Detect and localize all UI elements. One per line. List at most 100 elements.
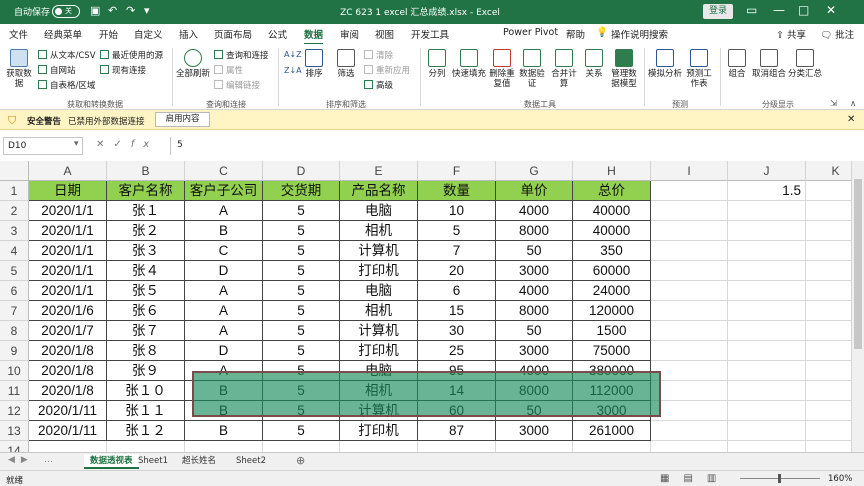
zoom-level[interactable]: 160% bbox=[828, 474, 852, 484]
advanced-button[interactable]: 高级 bbox=[364, 79, 393, 91]
table-cell[interactable]: 30 bbox=[418, 321, 496, 341]
table-cell[interactable]: 50 bbox=[496, 241, 573, 261]
empty-cell[interactable] bbox=[263, 441, 340, 452]
table-cell[interactable]: 5 bbox=[263, 241, 340, 261]
filter-button[interactable]: 筛选 bbox=[334, 49, 358, 79]
table-cell[interactable]: A bbox=[185, 201, 263, 221]
empty-cell[interactable] bbox=[806, 381, 851, 401]
table-cell[interactable]: 5 bbox=[263, 321, 340, 341]
empty-cell[interactable] bbox=[728, 241, 806, 261]
sheet-tab-long-name[interactable]: 超长姓名 bbox=[176, 454, 222, 469]
empty-cell[interactable] bbox=[651, 381, 728, 401]
tab-data[interactable]: 数据 bbox=[304, 27, 324, 45]
tab-custom[interactable]: 自定义 bbox=[134, 27, 163, 41]
data-validation-button[interactable]: 数据验证 bbox=[518, 49, 546, 89]
table-cell[interactable]: 2020/1/8 bbox=[29, 341, 107, 361]
empty-cell[interactable] bbox=[651, 221, 728, 241]
comment-button[interactable]: 🗨 批注 bbox=[820, 27, 854, 41]
manage-data-model-button[interactable]: 管理数据模型 bbox=[608, 49, 640, 89]
ungroup-button[interactable]: 取消组合 bbox=[752, 49, 786, 79]
sort-descending-button[interactable]: Z↓A bbox=[284, 66, 302, 75]
row-header-1[interactable]: 1 bbox=[0, 181, 29, 201]
empty-cell[interactable] bbox=[107, 441, 185, 452]
row-header-14[interactable]: 14 bbox=[0, 441, 29, 452]
empty-cell[interactable] bbox=[651, 261, 728, 281]
table-cell[interactable]: 张８ bbox=[107, 341, 185, 361]
table-cell[interactable]: 5 bbox=[263, 221, 340, 241]
scrollbar-thumb[interactable] bbox=[854, 179, 862, 349]
table-cell[interactable]: 打印机 bbox=[340, 421, 418, 441]
table-cell[interactable]: 5 bbox=[418, 221, 496, 241]
column-header-e[interactable]: E bbox=[340, 161, 418, 181]
relationships-button[interactable]: 关系 bbox=[582, 49, 606, 79]
row-header-12[interactable]: 12 bbox=[0, 401, 29, 421]
sheet-tab-sheet2[interactable]: Sheet2 bbox=[230, 454, 272, 469]
empty-cell[interactable] bbox=[806, 421, 851, 441]
table-cell[interactable]: 40000 bbox=[573, 221, 651, 241]
normal-view-icon[interactable]: ▦ bbox=[660, 473, 683, 484]
table-cell[interactable]: 打印机 bbox=[340, 341, 418, 361]
table-cell[interactable]: 6 bbox=[418, 281, 496, 301]
table-cell[interactable]: 2020/1/1 bbox=[29, 221, 107, 241]
tell-me-search[interactable]: 操作说明搜索 bbox=[611, 27, 668, 41]
table-cell[interactable]: 5 bbox=[263, 281, 340, 301]
empty-cell[interactable] bbox=[651, 361, 728, 381]
table-cell[interactable]: C bbox=[185, 241, 263, 261]
empty-cell[interactable] bbox=[806, 301, 851, 321]
queries-connections-button[interactable]: 查询和连接 bbox=[214, 49, 269, 61]
tab-help[interactable]: 帮助 bbox=[566, 27, 585, 41]
row-header-6[interactable]: 6 bbox=[0, 281, 29, 301]
insert-function-icon[interactable]: fx bbox=[131, 139, 158, 150]
row-header-11[interactable]: 11 bbox=[0, 381, 29, 401]
spreadsheet-grid[interactable]: A B C D E F G H I J K 1 2 3 4 5 6 7 8 9 10 11 12 13 14 日期 客户名称 客户子公… bbox=[0, 161, 851, 452]
empty-cell[interactable] bbox=[29, 441, 107, 452]
table-cell[interactable]: 打印机 bbox=[340, 261, 418, 281]
table-cell[interactable]: 2020/1/1 bbox=[29, 241, 107, 261]
chevron-down-icon[interactable]: ▾ bbox=[74, 139, 79, 149]
table-cell[interactable]: 120000 bbox=[573, 301, 651, 321]
empty-cell[interactable] bbox=[806, 441, 851, 452]
column-header-c[interactable]: C bbox=[185, 161, 263, 181]
table-cell[interactable]: 2020/1/1 bbox=[29, 201, 107, 221]
formula-input[interactable]: 5 bbox=[170, 137, 860, 155]
empty-cell[interactable] bbox=[728, 261, 806, 281]
close-icon[interactable]: ✕ bbox=[826, 3, 836, 17]
empty-cell[interactable] bbox=[728, 441, 806, 452]
column-header-d[interactable]: D bbox=[263, 161, 340, 181]
table-cell[interactable]: 2020/1/1 bbox=[29, 261, 107, 281]
table-cell[interactable]: 张４ bbox=[107, 261, 185, 281]
empty-cell[interactable] bbox=[185, 441, 263, 452]
remove-duplicates-button[interactable]: 删除重复值 bbox=[488, 49, 516, 89]
empty-cell[interactable] bbox=[728, 201, 806, 221]
table-cell[interactable]: D bbox=[185, 341, 263, 361]
tab-insert[interactable]: 插入 bbox=[179, 27, 198, 41]
table-cell[interactable]: B bbox=[185, 421, 263, 441]
table-cell[interactable]: 计算机 bbox=[340, 321, 418, 341]
empty-cell[interactable] bbox=[806, 221, 851, 241]
autosave-toggle[interactable]: 关 bbox=[52, 5, 80, 18]
table-header-cell[interactable]: 客户名称 bbox=[107, 181, 185, 201]
row-header-8[interactable]: 8 bbox=[0, 321, 29, 341]
forecast-sheet-button[interactable]: 预测工作表 bbox=[684, 49, 714, 89]
from-web-button[interactable]: 自网站 bbox=[38, 64, 76, 76]
empty-cell[interactable] bbox=[651, 241, 728, 261]
name-box[interactable]: D10 bbox=[3, 137, 83, 155]
empty-cell[interactable] bbox=[728, 381, 806, 401]
table-cell[interactable]: 张６ bbox=[107, 301, 185, 321]
table-cell[interactable]: 2020/1/11 bbox=[29, 421, 107, 441]
maximize-icon[interactable]: □ bbox=[798, 3, 809, 17]
empty-cell[interactable] bbox=[496, 441, 573, 452]
empty-cell[interactable] bbox=[728, 361, 806, 381]
empty-cell[interactable] bbox=[728, 401, 806, 421]
table-cell[interactable]: 40000 bbox=[573, 201, 651, 221]
table-header-cell[interactable]: 总价 bbox=[573, 181, 651, 201]
table-cell[interactable]: 5 bbox=[263, 421, 340, 441]
tab-page-layout[interactable]: 页面布局 bbox=[214, 27, 252, 41]
table-cell[interactable]: 4000 bbox=[496, 201, 573, 221]
sort-ascending-button[interactable]: A↓Z bbox=[284, 50, 302, 59]
undo-icon[interactable]: ↶ bbox=[108, 4, 117, 17]
table-cell[interactable]: 87 bbox=[418, 421, 496, 441]
add-sheet-icon[interactable]: ⊕ bbox=[296, 454, 305, 467]
empty-cell[interactable] bbox=[728, 221, 806, 241]
tab-power-pivot[interactable]: Power Pivot bbox=[503, 27, 558, 38]
